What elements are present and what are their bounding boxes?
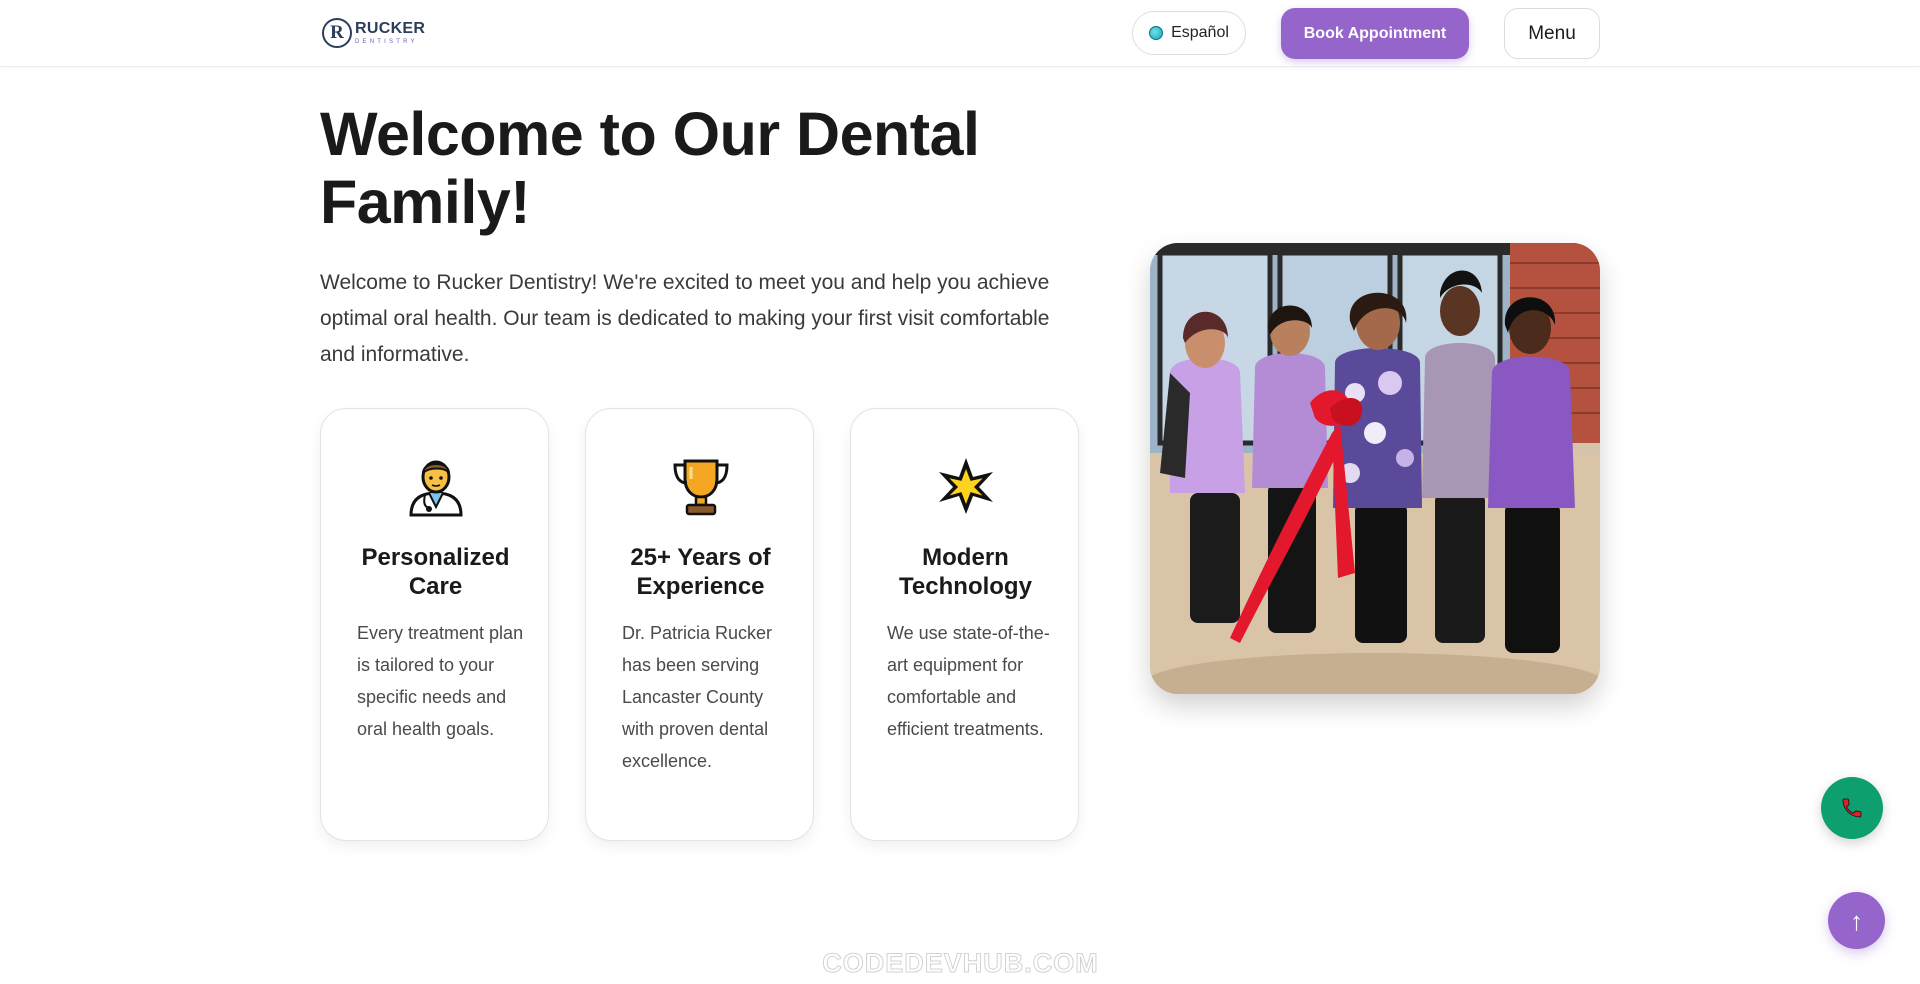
doctor-icon <box>405 455 467 517</box>
page: R RUCKER DENTISTRY Español Book Appointm… <box>0 0 1920 984</box>
logo-text: RUCKER DENTISTRY <box>355 20 426 46</box>
trophy-icon <box>670 455 732 517</box>
language-label: Español <box>1171 24 1229 41</box>
page-title: Welcome to Our Dental Family! <box>320 100 980 236</box>
menu-button[interactable]: Menu <box>1504 8 1600 59</box>
card-title: Personalized Care <box>361 544 510 600</box>
watermark: CODEDEVHUB.COM <box>822 948 1099 979</box>
team-photo <box>1150 243 1600 694</box>
card-description: Every treatment plan is tailored to your… <box>357 623 524 739</box>
logo-mark: R <box>322 18 352 48</box>
card-title: 25+ Years of Experience <box>630 544 771 600</box>
logo-name: RUCKER <box>355 20 426 37</box>
feature-card-experience: 25+ Years of Experience Dr. Patricia Ruc… <box>585 408 814 841</box>
card-title: Modern Technology <box>899 544 1032 600</box>
scroll-to-top-button[interactable]: ↑ <box>1828 892 1885 949</box>
feature-card-modern-technology: Modern Technology We use state-of-the-ar… <box>850 408 1079 841</box>
feature-card-personalized-care: Personalized Care Every treatment plan i… <box>320 408 549 841</box>
logo-subtitle: DENTISTRY <box>355 39 418 45</box>
book-appointment-button[interactable]: Book Appointment <box>1281 8 1469 59</box>
call-button[interactable] <box>1821 777 1883 839</box>
language-toggle-button[interactable]: Español <box>1132 11 1246 55</box>
phone-icon <box>1840 796 1864 820</box>
intro-paragraph: Welcome to Rucker Dentistry! We're excit… <box>320 271 1050 366</box>
site-header: R RUCKER DENTISTRY Español Book Appointm… <box>0 0 1920 67</box>
card-description: We use state-of-the-art equipment for co… <box>887 623 1050 739</box>
card-description: Dr. Patricia Rucker has been serving Lan… <box>622 623 773 771</box>
star-icon <box>935 455 997 517</box>
globe-icon <box>1149 26 1164 40</box>
rucker-dentistry-logo[interactable]: R RUCKER DENTISTRY <box>322 18 425 48</box>
